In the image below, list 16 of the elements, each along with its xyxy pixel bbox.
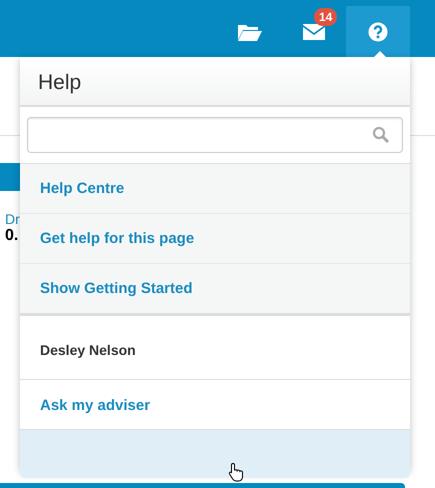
help-link[interactable]: Show Getting Started bbox=[20, 264, 410, 313]
header-bar bbox=[0, 163, 20, 191]
notification-badge: 14 bbox=[314, 8, 338, 26]
help-link[interactable]: Get help for this page bbox=[20, 214, 410, 264]
help-icon bbox=[368, 22, 388, 42]
column-label: Dr bbox=[5, 211, 20, 227]
value-text: 0. bbox=[5, 227, 18, 245]
search-icon bbox=[372, 126, 390, 144]
hand-cursor-icon bbox=[228, 462, 246, 482]
help-link[interactable]: Help Centre bbox=[20, 164, 410, 214]
adviser-name: Desley Nelson bbox=[20, 318, 410, 380]
search-field[interactable] bbox=[27, 117, 403, 153]
menu-title: Help bbox=[20, 57, 410, 107]
mail-button[interactable]: 14 bbox=[282, 6, 346, 57]
mail-icon bbox=[302, 22, 326, 40]
help-button[interactable] bbox=[346, 6, 410, 57]
